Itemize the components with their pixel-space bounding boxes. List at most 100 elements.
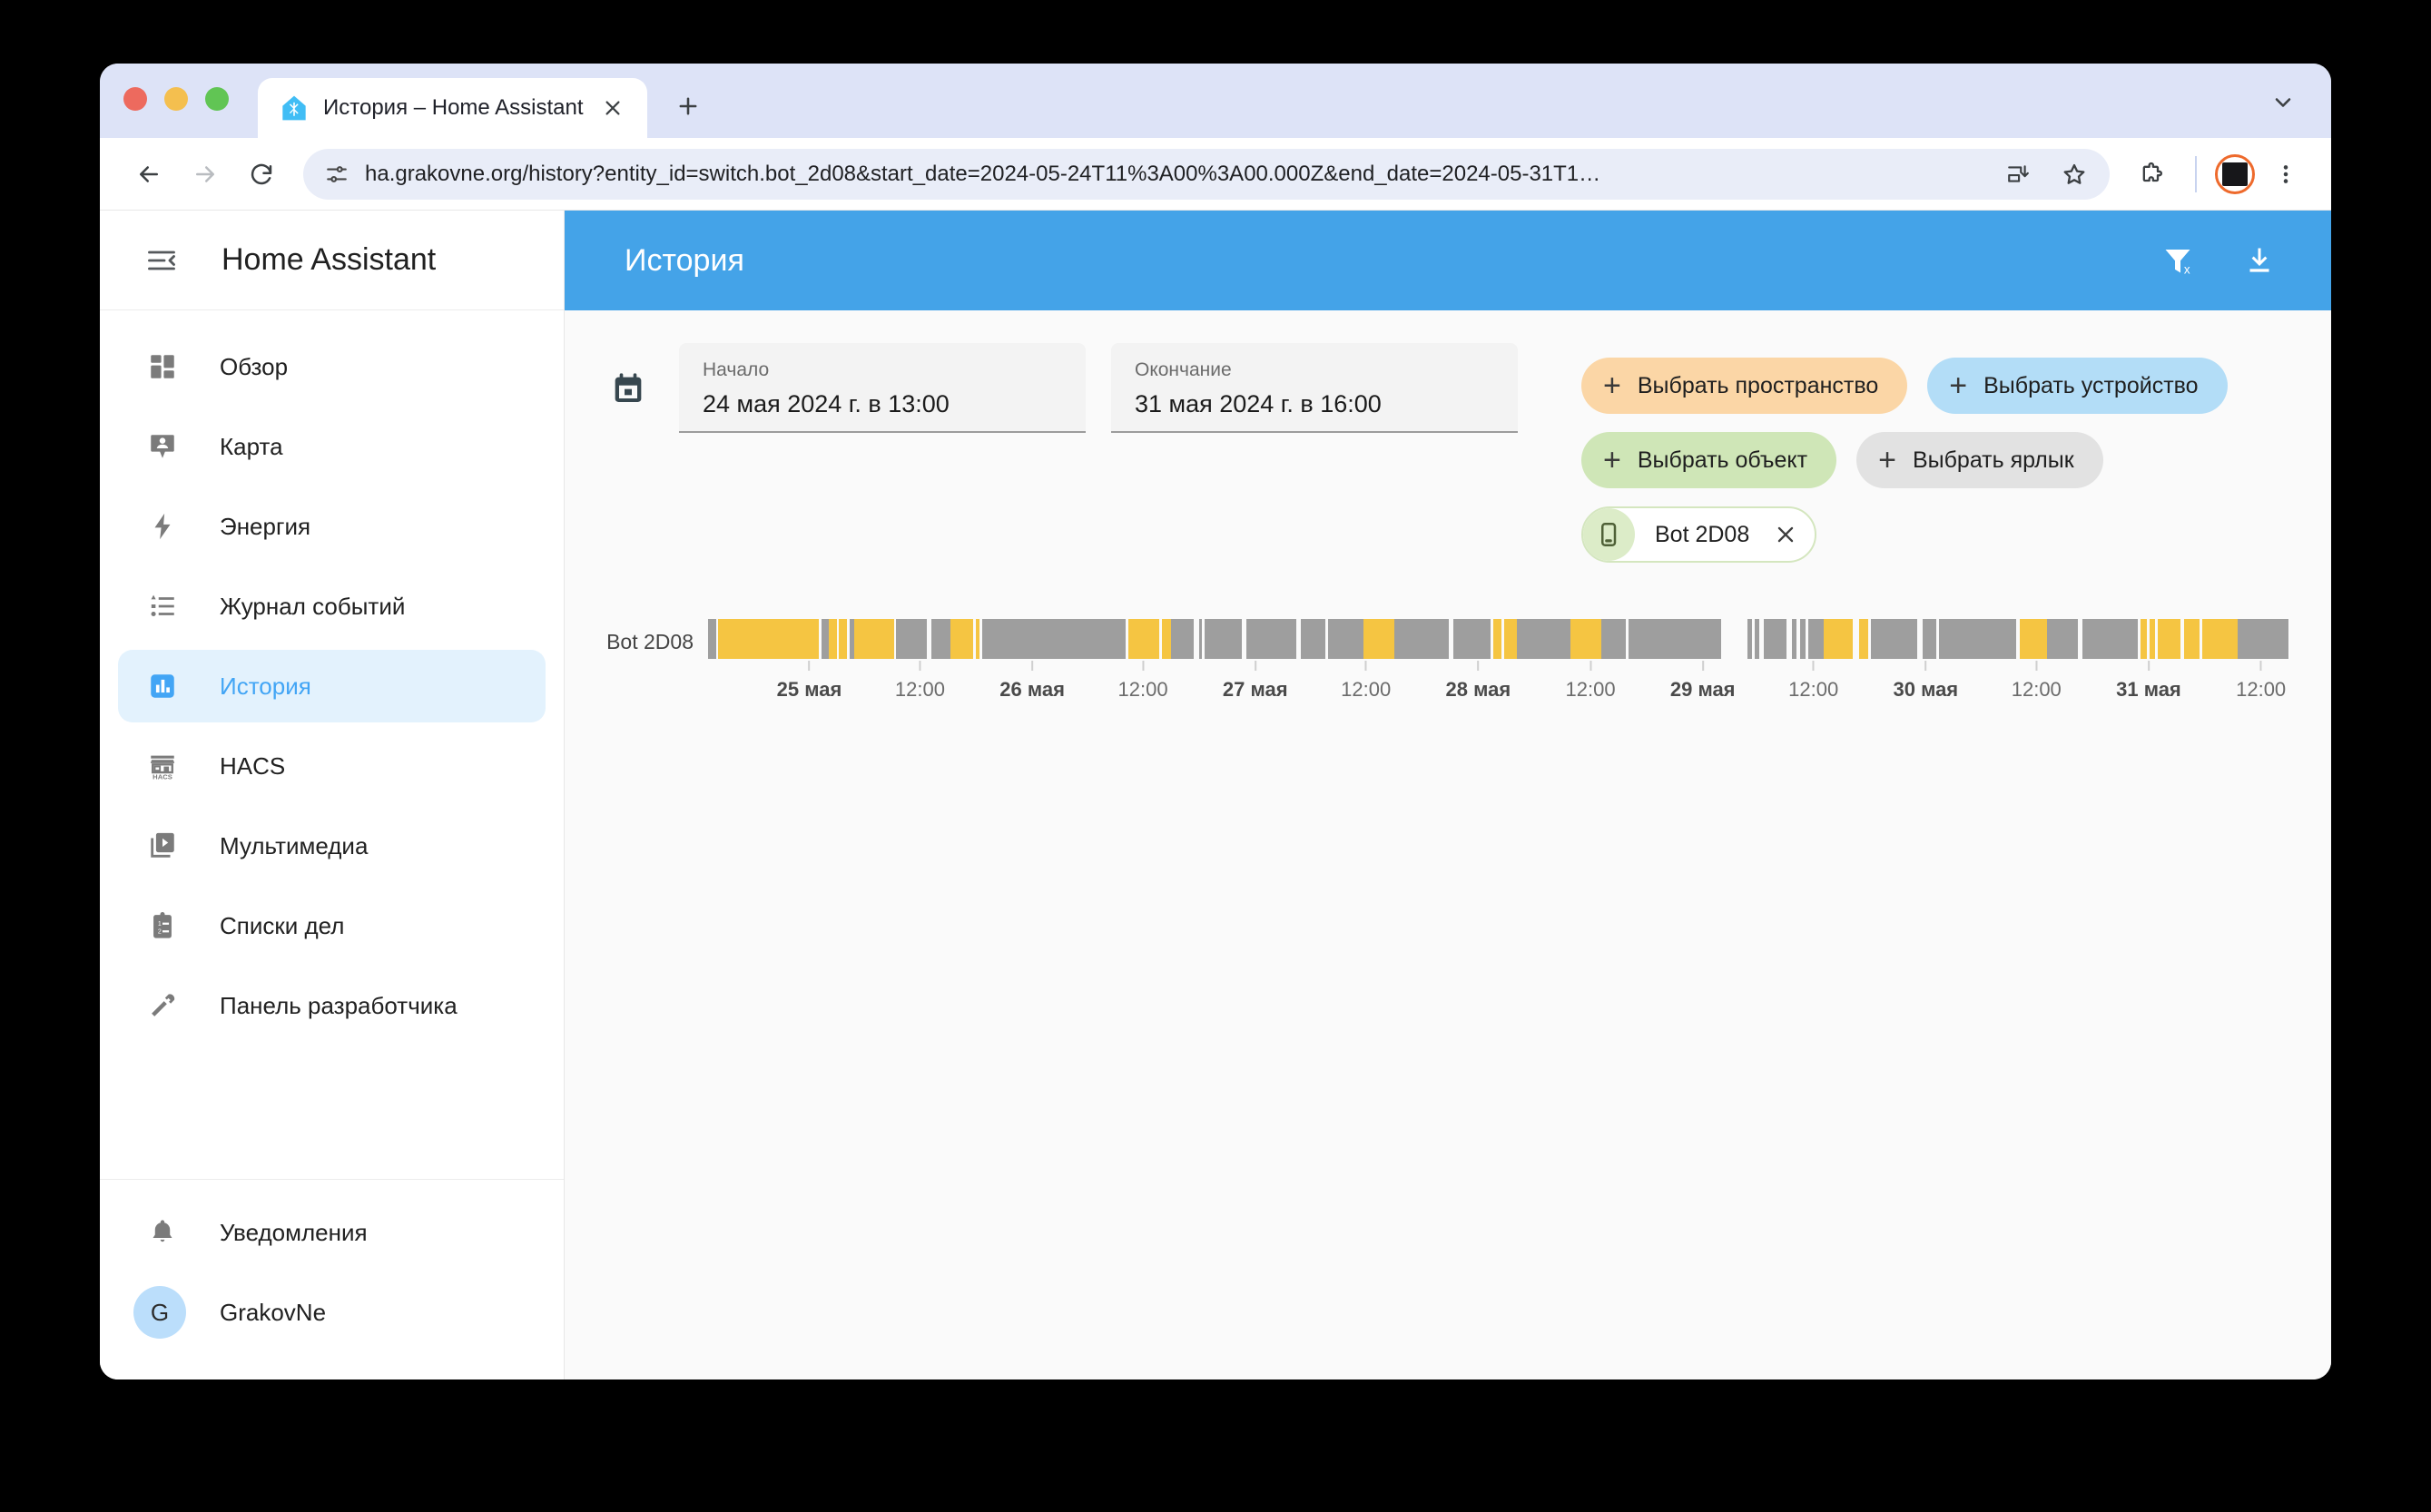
start-date-value: 24 мая 2024 г. в 13:00 xyxy=(703,390,950,417)
timeline-segment-on[interactable] xyxy=(2202,619,2239,659)
browser-toolbar: ha.grakovne.org/history?entity_id=switch… xyxy=(100,138,2331,211)
close-window-button[interactable] xyxy=(123,87,147,111)
timeline-segment-off[interactable] xyxy=(896,619,928,659)
dashboard-icon xyxy=(142,346,183,388)
new-tab-button[interactable] xyxy=(667,85,709,127)
timeline-segment-on[interactable] xyxy=(1823,619,1854,659)
timeline-segment-off[interactable] xyxy=(1300,619,1325,659)
timeline-segment-off[interactable] xyxy=(1394,619,1449,659)
timeline-segment-off[interactable] xyxy=(1328,619,1364,659)
maximize-window-button[interactable] xyxy=(205,87,229,111)
main-content: История x Начало 24 мая 2024 г. в 13:00 … xyxy=(565,211,2331,1379)
menu-collapse-icon[interactable] xyxy=(123,222,200,299)
timeline-segment-on[interactable] xyxy=(1859,619,1869,659)
timeline-segment-on[interactable] xyxy=(1570,619,1602,659)
start-date-field[interactable]: Начало 24 мая 2024 г. в 13:00 xyxy=(679,343,1086,433)
timeline-segment-on[interactable] xyxy=(2141,619,2148,659)
timeline-segment-on[interactable] xyxy=(853,619,894,659)
axis-tick-line xyxy=(2259,661,2262,671)
timeline-segment-on[interactable] xyxy=(2019,619,2048,659)
timeline-segment-on[interactable] xyxy=(1493,619,1501,659)
timeline-segment-off[interactable] xyxy=(2082,619,2138,659)
timeline-segment-off[interactable] xyxy=(1246,619,1296,659)
timeline-segment-on[interactable] xyxy=(1161,619,1171,659)
calendar-icon[interactable] xyxy=(606,367,650,410)
timeline-segment-off[interactable] xyxy=(1807,619,1824,659)
timeline-segment-off[interactable] xyxy=(708,619,716,659)
timeline-segment-on[interactable] xyxy=(1128,619,1160,659)
timeline-segment-on[interactable] xyxy=(2157,619,2181,659)
filter-remove-icon[interactable]: x xyxy=(2148,231,2208,290)
axis-tick-line xyxy=(1254,661,1256,671)
timeline-segment-on[interactable] xyxy=(828,619,837,659)
sidebar-item-obzor[interactable]: Обзор xyxy=(118,330,546,403)
extensions-puzzle-icon[interactable] xyxy=(2126,149,2177,200)
timeline-segment-on[interactable] xyxy=(1363,619,1395,659)
cast-icon[interactable] xyxy=(1997,153,2039,195)
close-tab-button[interactable] xyxy=(598,93,627,123)
timeline-segment-unavailable[interactable] xyxy=(1720,619,1747,659)
selected-entity-chip[interactable]: Bot 2D08 xyxy=(1581,506,1817,563)
back-icon[interactable] xyxy=(123,149,174,200)
svg-text:1: 1 xyxy=(158,920,162,928)
forward-icon[interactable] xyxy=(180,149,231,200)
timeline-segment-off[interactable] xyxy=(1205,619,1243,659)
bell-icon xyxy=(142,1212,183,1253)
sidebar-item-multimedia[interactable]: Мультимедиа xyxy=(118,810,546,882)
avatar: G xyxy=(133,1286,186,1339)
axis-tick: 28 мая xyxy=(1446,661,1511,702)
timeline-segment-on[interactable] xyxy=(718,619,819,659)
timeline-segment-off[interactable] xyxy=(2238,619,2289,659)
timeline-track[interactable] xyxy=(708,619,2289,659)
site-settings-tune-icon[interactable] xyxy=(323,161,350,188)
sidebar-item-uvedomleniya[interactable]: Уведомления xyxy=(118,1196,546,1269)
timeline-segment-off[interactable] xyxy=(1922,619,1936,659)
sidebar-item-label: Энергия xyxy=(220,512,311,540)
sidebar-item-user-profile[interactable]: G GrakovNe xyxy=(118,1276,546,1349)
sidebar-item-hacs[interactable]: HACS HACS xyxy=(118,730,546,802)
timeline-segment-off[interactable] xyxy=(931,619,950,659)
end-date-label: Окончание xyxy=(1135,359,1232,380)
timeline-segment-off[interactable] xyxy=(1763,619,1787,659)
timeline-segment-off[interactable] xyxy=(1601,619,1627,659)
select-label-chip[interactable]: + Выбрать ярлык xyxy=(1856,432,2103,488)
bookmark-star-icon[interactable] xyxy=(2053,153,2095,195)
address-bar[interactable]: ha.grakovne.org/history?entity_id=switch… xyxy=(303,148,2110,200)
timeline-segment-off[interactable] xyxy=(1870,619,1917,659)
chart-box-icon xyxy=(142,665,183,707)
end-date-field[interactable]: Окончание 31 мая 2024 г. в 16:00 xyxy=(1111,343,1518,433)
browser-tab[interactable]: История – Home Assistant xyxy=(258,78,647,138)
timeline-segment-off[interactable] xyxy=(1939,619,2017,659)
timeline-segment-unavailable[interactable] xyxy=(1853,619,1860,659)
select-device-chip[interactable]: + Выбрать устройство xyxy=(1927,358,2228,414)
timeline-segment-off[interactable] xyxy=(1453,619,1491,659)
timeline-segment-on[interactable] xyxy=(950,619,974,659)
timeline-segment-on[interactable] xyxy=(1504,619,1517,659)
reload-icon[interactable] xyxy=(236,149,287,200)
close-icon[interactable] xyxy=(1769,518,1802,551)
timeline-segment-off[interactable] xyxy=(1516,619,1571,659)
timeline-segment-off[interactable] xyxy=(981,619,1126,659)
axis-tick-label: 31 мая xyxy=(2116,678,2181,701)
timeline-segment-off[interactable] xyxy=(2047,619,2079,659)
three-dot-menu-icon[interactable] xyxy=(2260,149,2311,200)
minimize-window-button[interactable] xyxy=(164,87,188,111)
sidebar-item-istoriya[interactable]: История xyxy=(118,650,546,722)
select-entity-chip[interactable]: + Выбрать объект xyxy=(1581,432,1837,488)
tab-search-chevron-down-icon[interactable] xyxy=(2262,82,2304,123)
profile-avatar[interactable] xyxy=(2215,153,2255,194)
sidebar-item-spiski-del[interactable]: 12 Списки дел xyxy=(118,889,546,962)
select-area-chip[interactable]: + Выбрать пространство xyxy=(1581,358,1908,414)
sidebar-item-energiya[interactable]: Энергия xyxy=(118,490,546,563)
axis-tick-label: 12:00 xyxy=(894,678,945,701)
download-icon[interactable] xyxy=(2229,231,2289,290)
timeline-segment-off[interactable] xyxy=(821,619,829,659)
sidebar-item-karta[interactable]: Карта xyxy=(118,410,546,483)
timeline-segment-on[interactable] xyxy=(839,619,847,659)
timeline-segment-off[interactable] xyxy=(1628,619,1721,659)
sidebar-item-zhurnal-sobytiy[interactable]: Журнал событий xyxy=(118,570,546,643)
timeline-segment-on[interactable] xyxy=(2183,619,2200,659)
sidebar-item-label: Карта xyxy=(220,432,283,460)
sidebar-item-panel-razrabotchika[interactable]: Панель разработчика xyxy=(118,969,546,1042)
timeline-segment-off[interactable] xyxy=(1170,619,1195,659)
